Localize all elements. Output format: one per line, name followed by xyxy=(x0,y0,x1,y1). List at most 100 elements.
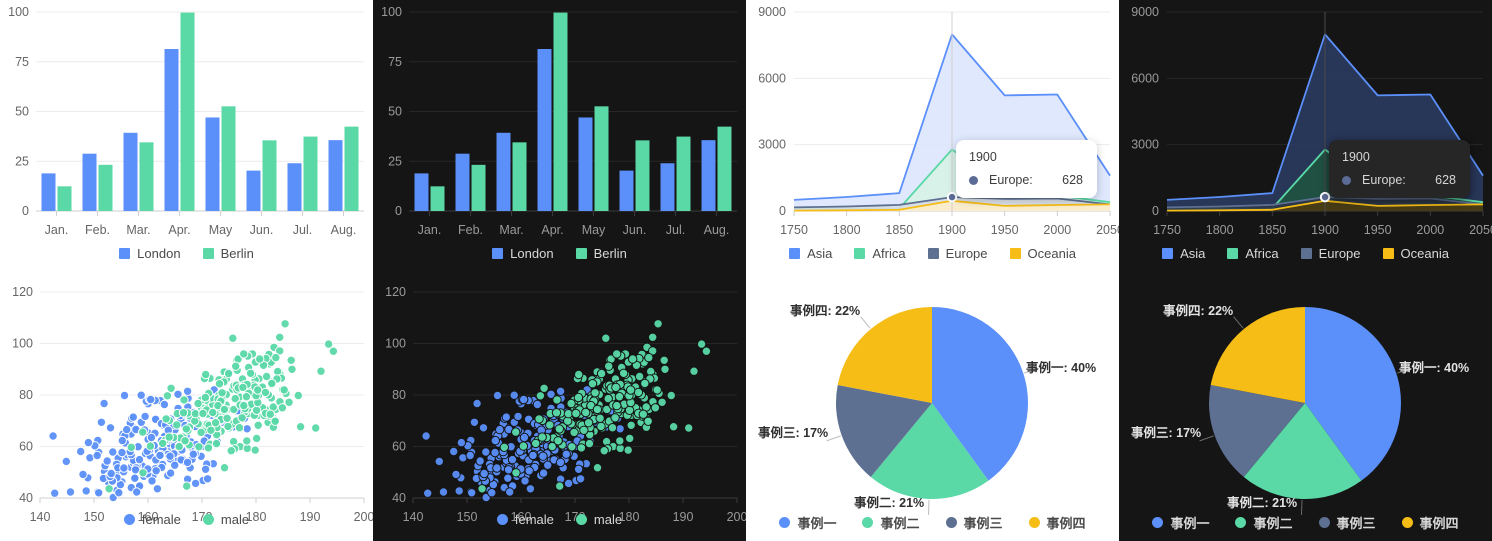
scatter-point[interactable] xyxy=(295,422,306,432)
scatter-point[interactable] xyxy=(555,481,565,491)
scatter-point[interactable] xyxy=(158,438,168,449)
scatter-point[interactable] xyxy=(182,457,193,468)
scatter-point[interactable] xyxy=(96,417,107,428)
scatter-point[interactable] xyxy=(145,441,156,451)
bar-rect[interactable] xyxy=(578,117,593,211)
scatter-point[interactable] xyxy=(102,456,112,466)
scatter-point[interactable] xyxy=(553,436,563,446)
legend-item-pie-0[interactable]: 事例一 xyxy=(1152,513,1209,532)
scatter-point[interactable] xyxy=(94,488,104,498)
scatter-point[interactable] xyxy=(569,427,579,438)
bar-rect[interactable] xyxy=(139,142,154,211)
scatter-point[interactable] xyxy=(456,437,467,448)
scatter-point[interactable] xyxy=(604,361,614,371)
scatter-point[interactable] xyxy=(234,423,245,433)
scatter-point[interactable] xyxy=(528,450,538,461)
scatter-point[interactable] xyxy=(253,385,263,395)
scatter-point[interactable] xyxy=(219,404,230,415)
scatter-point[interactable] xyxy=(178,408,189,418)
scatter-point[interactable] xyxy=(689,366,699,376)
scatter-point[interactable] xyxy=(138,468,148,478)
scatter-point[interactable] xyxy=(490,447,500,458)
scatter-point[interactable] xyxy=(421,431,431,441)
bar-rect[interactable] xyxy=(430,186,445,211)
scatter-point[interactable] xyxy=(495,424,505,435)
scatter-point[interactable] xyxy=(202,474,213,484)
scatter-point[interactable] xyxy=(172,420,182,430)
scatter-point[interactable] xyxy=(140,411,150,422)
scatter-point[interactable] xyxy=(537,432,547,442)
scatter-point[interactable] xyxy=(640,378,650,389)
scatter-point[interactable] xyxy=(499,442,510,453)
scatter-point[interactable] xyxy=(206,425,216,436)
scatter-point[interactable] xyxy=(48,431,58,441)
scatter-point[interactable] xyxy=(539,383,549,394)
scatter-point[interactable] xyxy=(624,405,635,416)
scatter-point[interactable] xyxy=(610,413,620,423)
scatter-point[interactable] xyxy=(519,394,529,405)
scatter-point[interactable] xyxy=(226,446,236,456)
bar-rect[interactable] xyxy=(496,132,511,211)
scatter-point[interactable] xyxy=(492,390,503,401)
scatter-point[interactable] xyxy=(179,395,189,405)
legend-item-africa[interactable]: Africa xyxy=(1227,246,1279,261)
scatter-point[interactable] xyxy=(151,466,161,476)
scatter-point[interactable] xyxy=(538,468,549,478)
legend-item-pie-2[interactable]: 事例三 xyxy=(1318,513,1376,532)
bar-rect[interactable] xyxy=(287,163,302,211)
scatter-point[interactable] xyxy=(652,385,662,395)
legend-item-pie-0[interactable]: 事例一 xyxy=(779,513,836,532)
scatter-point[interactable] xyxy=(626,420,636,431)
legend-item-pie-1[interactable]: 事例二 xyxy=(1235,513,1293,532)
scatter-point[interactable] xyxy=(507,454,518,465)
scatter-point[interactable] xyxy=(449,446,459,457)
scatter-point[interactable] xyxy=(286,355,296,366)
scatter-point[interactable] xyxy=(245,368,256,379)
scatter-point[interactable] xyxy=(611,382,621,393)
legend-item-europe[interactable]: Europe xyxy=(1300,246,1361,261)
legend-item-female[interactable]: female xyxy=(496,512,554,527)
scatter-point[interactable] xyxy=(601,333,611,343)
scatter-point[interactable] xyxy=(200,464,211,475)
scatter-point[interactable] xyxy=(170,460,180,470)
scatter-point[interactable] xyxy=(198,408,208,419)
scatter-point[interactable] xyxy=(596,421,606,432)
scatter-point[interactable] xyxy=(152,484,163,494)
scatter-point[interactable] xyxy=(323,339,334,349)
bar-rect[interactable] xyxy=(123,132,138,211)
scatter-point[interactable] xyxy=(561,449,572,459)
scatter-point[interactable] xyxy=(251,405,262,416)
legend-item-london[interactable]: London xyxy=(119,246,181,261)
scatter-point[interactable] xyxy=(81,486,91,496)
legend-item-europe[interactable]: Europe xyxy=(927,246,988,261)
scatter-point[interactable] xyxy=(76,446,86,457)
scatter-point[interactable] xyxy=(666,390,676,401)
legend-item-pie-1[interactable]: 事例二 xyxy=(862,513,920,532)
bar-rect[interactable] xyxy=(328,140,343,211)
scatter-point[interactable] xyxy=(659,355,669,366)
scatter-point[interactable] xyxy=(696,339,707,349)
scatter-point[interactable] xyxy=(210,418,221,428)
scatter-point[interactable] xyxy=(165,451,175,461)
bar-rect[interactable] xyxy=(660,163,675,211)
scatter-point[interactable] xyxy=(503,473,513,483)
scatter-point[interactable] xyxy=(130,473,140,483)
legend-item-pie-2[interactable]: 事例三 xyxy=(945,513,1003,532)
scatter-point[interactable] xyxy=(114,488,124,498)
scatter-point[interactable] xyxy=(566,398,576,409)
scatter-point[interactable] xyxy=(571,408,581,419)
scatter-point[interactable] xyxy=(478,423,489,433)
bar-rect[interactable] xyxy=(701,140,716,211)
scatter-point[interactable] xyxy=(532,399,543,410)
scatter-point[interactable] xyxy=(188,449,199,459)
bar-rect[interactable] xyxy=(303,136,318,211)
bar-rect[interactable] xyxy=(41,173,56,211)
scatter-point[interactable] xyxy=(520,476,530,486)
bar-rect[interactable] xyxy=(676,136,691,211)
bar-rect[interactable] xyxy=(717,126,732,211)
scatter-point[interactable] xyxy=(524,466,534,476)
scatter-point[interactable] xyxy=(208,407,218,418)
bar-rect[interactable] xyxy=(537,49,552,211)
scatter-point[interactable] xyxy=(293,390,303,401)
scatter-point[interactable] xyxy=(575,474,586,484)
